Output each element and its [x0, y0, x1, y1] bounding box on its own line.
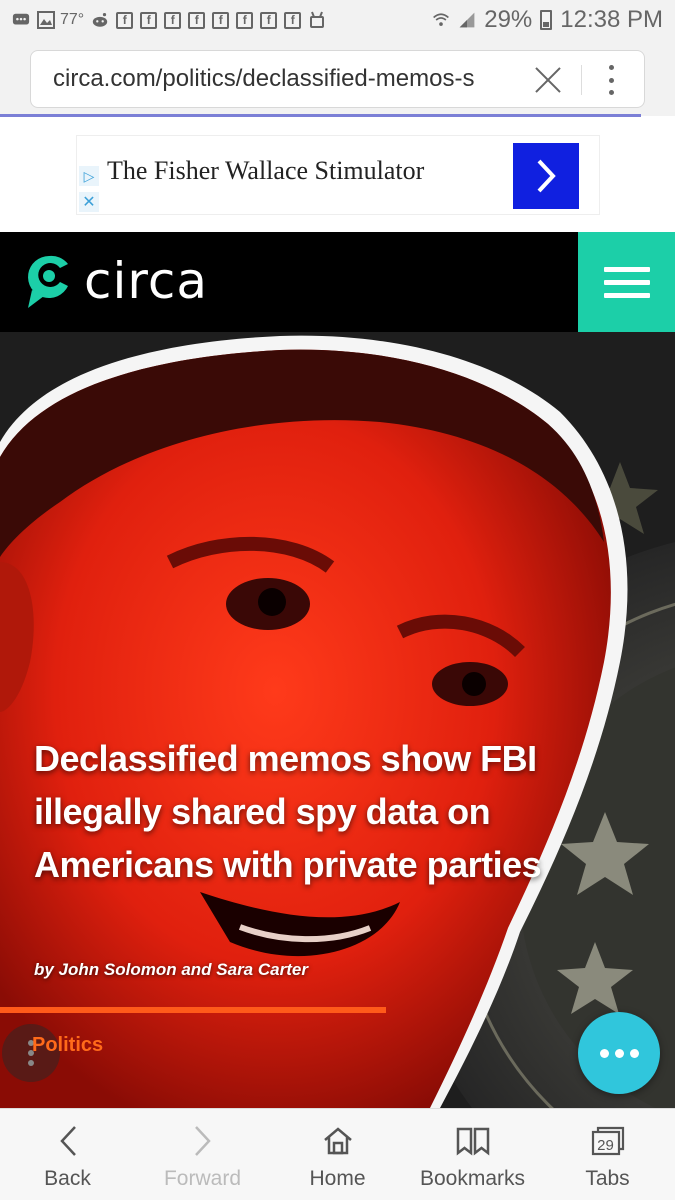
clock: 12:38 PM	[560, 6, 663, 33]
article-headline[interactable]: Declassified memos show FBI illegally sh…	[34, 732, 554, 891]
url-text[interactable]: circa.com/politics/declassified-memos-s	[53, 65, 533, 93]
signal-icon	[458, 11, 476, 29]
category-tag[interactable]: Politics	[32, 1034, 103, 1057]
back-button[interactable]: Back	[0, 1109, 135, 1200]
bookmarks-label: Bookmarks	[419, 1167, 526, 1190]
tabs-label: Tabs	[585, 1167, 630, 1190]
more-options-icon[interactable]	[607, 65, 615, 95]
chevron-right-icon	[537, 159, 556, 193]
article-hero[interactable]: Declassified memos show FBI illegally sh…	[0, 332, 675, 1108]
status-bar: 77° f f f f f f f f 29% 12:38 PM	[0, 0, 675, 40]
facebook-icon: f	[260, 11, 278, 29]
site-header: circa	[0, 232, 675, 332]
article-byline: by John Solomon and Sara Carter	[34, 960, 308, 979]
home-label: Home	[309, 1167, 366, 1190]
facebook-icon: f	[116, 11, 134, 29]
chat-bubble-button[interactable]	[578, 1012, 660, 1094]
message-icon	[12, 11, 30, 29]
gallery-icon	[37, 11, 55, 29]
ad-choices-icon[interactable]: ▷	[79, 166, 99, 186]
tabs-icon: 29	[590, 1123, 626, 1159]
facebook-icon: f	[284, 11, 302, 29]
ad-banner[interactable]: ▷ ✕ The Fisher Wallace Stimulator	[76, 135, 600, 215]
battery-percent: 29%	[484, 6, 533, 33]
hamburger-menu-button[interactable]	[578, 232, 675, 332]
ad-close-icon[interactable]: ✕	[79, 192, 99, 212]
bookmarks-icon	[455, 1123, 491, 1159]
forward-label: Forward	[163, 1167, 242, 1190]
chevron-left-icon	[50, 1123, 86, 1159]
back-label: Back	[44, 1167, 91, 1190]
bookmarks-button[interactable]: Bookmarks	[405, 1109, 540, 1200]
reading-progress-bar	[0, 1007, 386, 1013]
ad-open-button[interactable]	[513, 143, 579, 209]
facebook-icon: f	[188, 11, 206, 29]
facebook-icon: f	[140, 11, 158, 29]
forward-button[interactable]: Forward	[135, 1109, 270, 1200]
system-status: 29% 12:38 PM	[432, 6, 663, 34]
url-divider	[581, 65, 582, 95]
tab-count: 29	[597, 1136, 614, 1154]
facebook-icon: f	[164, 11, 182, 29]
notification-icons: 77° f f f f f f f f	[12, 11, 326, 29]
android-icon	[308, 11, 326, 29]
battery-icon	[540, 10, 553, 30]
browser-toolbar: circa.com/politics/declassified-memos-s	[0, 40, 675, 116]
home-icon	[320, 1123, 356, 1159]
ad-text[interactable]: The Fisher Wallace Stimulator	[107, 156, 424, 186]
logo-text: circa	[84, 252, 208, 310]
hero-image	[0, 332, 675, 1108]
ad-area: ▷ ✕ The Fisher Wallace Stimulator	[0, 117, 675, 232]
facebook-icon: f	[212, 11, 230, 29]
circa-logo-icon	[28, 255, 68, 308]
home-button[interactable]: Home	[270, 1109, 405, 1200]
facebook-icon: f	[236, 11, 254, 29]
weather-temperature: 77°	[60, 11, 85, 28]
reddit-icon	[91, 11, 109, 29]
chevron-right-icon	[185, 1123, 221, 1159]
browser-bottom-nav: Back Forward Home Bookmarks 29 Tabs	[0, 1108, 675, 1200]
site-logo[interactable]: circa	[24, 252, 208, 310]
wifi-icon	[432, 11, 450, 29]
tabs-button[interactable]: 29 Tabs	[540, 1109, 675, 1200]
close-icon[interactable]	[531, 63, 565, 97]
address-bar[interactable]: circa.com/politics/declassified-memos-s	[30, 50, 645, 108]
